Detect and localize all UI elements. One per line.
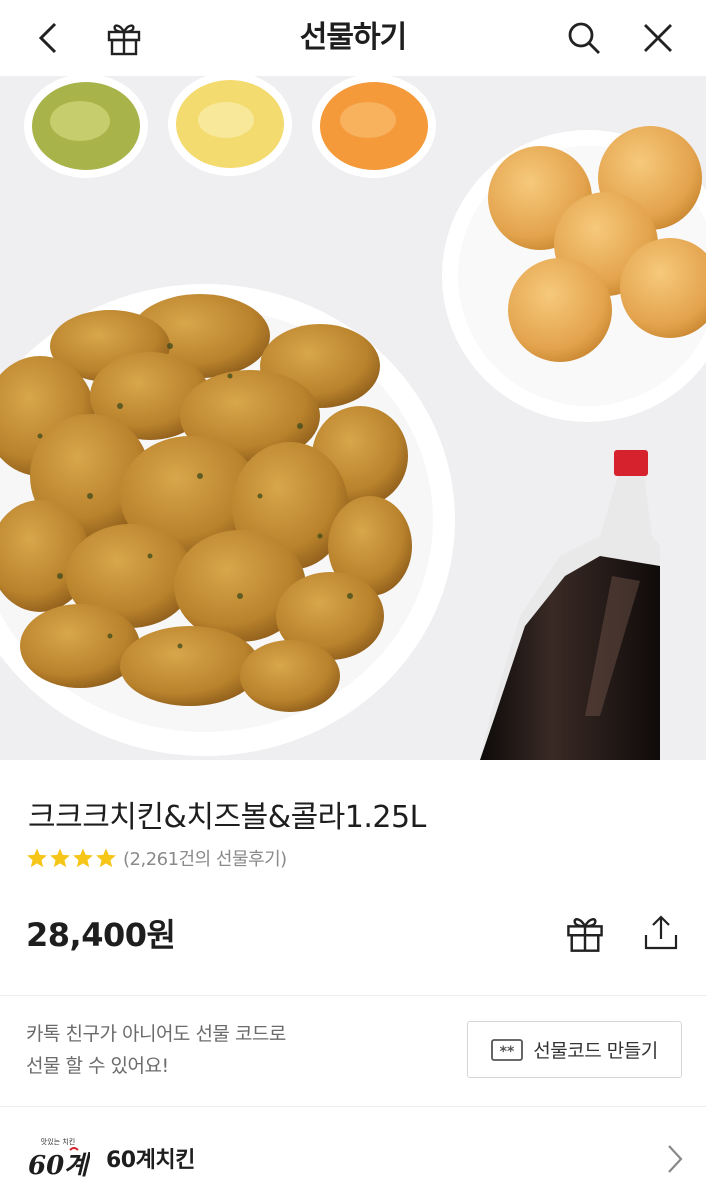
search-button[interactable]: [560, 14, 608, 62]
product-name: 크크크치킨&치즈볼&콜라1.25L: [28, 800, 426, 835]
top-bar: 선물하기: [0, 0, 706, 76]
gift-button[interactable]: [562, 910, 608, 956]
gift-code-info-line2: 선물 할 수 있어요!: [26, 1055, 169, 1077]
section-divider: [0, 995, 706, 996]
review-count-link[interactable]: (2,261건의 선물후기): [123, 845, 287, 871]
star-icon: [50, 848, 70, 868]
gift-icon: [567, 918, 603, 952]
share-icon: [644, 915, 678, 950]
star-rating: [26, 847, 117, 869]
create-gift-code-label: 선물코드 만들기: [533, 1040, 658, 1062]
svg-text:맛있는 치킨: 맛있는 치킨: [41, 1137, 75, 1146]
star-icon: [73, 848, 93, 868]
brand-name: 60계치킨: [106, 1148, 195, 1173]
svg-text:**: **: [500, 1044, 515, 1060]
search-icon: [568, 22, 600, 54]
share-button[interactable]: [638, 910, 684, 956]
gift-icon: [107, 24, 141, 56]
sauce-cup-mustard: [168, 76, 292, 176]
section-divider: [0, 1106, 706, 1107]
back-button[interactable]: [24, 14, 72, 62]
sauce-cup-green: [24, 76, 148, 178]
star-icon: [27, 848, 47, 868]
gift-box-button[interactable]: [100, 14, 148, 62]
rating: (2,261건의 선물후기): [26, 844, 287, 872]
close-icon: [644, 24, 672, 52]
star-icon: [96, 848, 116, 868]
product-image: [0, 76, 706, 760]
product-price: 28,400원: [26, 916, 176, 954]
gift-code-info: 카톡 친구가 아니어도 선물 코드로 선물 할 수 있어요!: [26, 1018, 286, 1082]
gift-code-info-line1: 카톡 친구가 아니어도 선물 코드로: [26, 1023, 286, 1045]
brand-link[interactable]: 맛있는 치킨 60계 60계치킨: [0, 1108, 706, 1200]
sauce-cup-orange: [312, 76, 436, 178]
brand-logo: 맛있는 치킨 60계: [26, 1136, 92, 1182]
chevron-right-icon: [668, 1145, 683, 1173]
code-icon: **: [491, 1038, 524, 1061]
close-button[interactable]: [634, 14, 682, 62]
chevron-left-icon: [38, 22, 57, 54]
brand-chevron: [660, 1142, 690, 1176]
create-gift-code-button[interactable]: ** 선물코드 만들기: [467, 1021, 682, 1078]
svg-text:60계: 60계: [28, 1151, 90, 1181]
